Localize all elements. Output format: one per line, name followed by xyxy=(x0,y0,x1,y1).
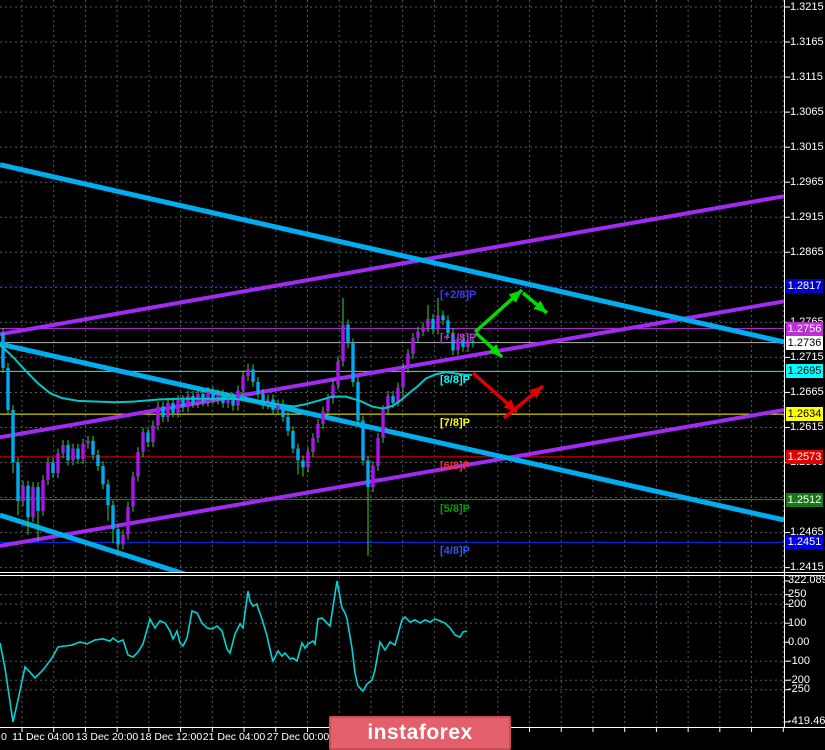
price-tick: 1.3165 xyxy=(790,35,824,48)
price-highlight: 1.2736 xyxy=(786,335,823,350)
time-label: 21 Dec 04:00 xyxy=(202,731,266,743)
price-highlight: 1.2817 xyxy=(786,278,823,293)
murrey-label: [+1/8]P xyxy=(440,331,477,344)
price-tick: 1.2915 xyxy=(790,210,824,223)
price-tick: 1.3015 xyxy=(790,140,824,153)
chart-canvas[interactable] xyxy=(0,0,825,750)
trading-chart-window: 1.3215 1.3165 1.3115 1.3065 1.3015 1.2965 1.29… xyxy=(0,0,825,750)
indicator-tick: -100 xyxy=(788,654,811,667)
indicator-tick: 0.00 xyxy=(788,635,810,648)
price-highlight: 1.2451 xyxy=(786,535,823,550)
price-tick: 1.2615 xyxy=(790,420,824,433)
price-tick: 1.2415 xyxy=(790,561,824,574)
instaforex-watermark: instaforex xyxy=(329,716,511,750)
murrey-label: [4/8]P xyxy=(440,545,470,558)
price-tick: 1.2715 xyxy=(790,350,824,363)
murrey-label: [8/8]P xyxy=(440,374,470,387)
price-highlight: 1.2695 xyxy=(786,364,823,379)
indicator-tick: -250 xyxy=(788,683,811,696)
price-highlight: 1.2573 xyxy=(786,449,823,464)
time-label: 11 Dec 04:00 xyxy=(12,731,74,743)
price-tick: 1.2665 xyxy=(790,385,824,398)
price-highlight: 1.2756 xyxy=(786,321,823,336)
time-label: 27 Dec 00:00 xyxy=(266,731,330,743)
time-label: 18 Dec 12:00 xyxy=(139,731,203,743)
murrey-label: [+2/8]P xyxy=(440,288,477,301)
price-highlight: 1.2512 xyxy=(786,492,823,507)
murrey-label: [6/8]P xyxy=(440,459,470,472)
murrey-label: [7/8]P xyxy=(440,417,470,430)
price-highlight: 1.2634 xyxy=(786,407,823,422)
indicator-tick: -419.460 xyxy=(788,715,825,728)
price-tick: 1.3065 xyxy=(790,105,824,118)
indicator-tick: 322.0898 xyxy=(788,574,825,587)
indicator-tick: 200 xyxy=(788,597,807,610)
watermark-label: instaforex xyxy=(367,721,473,744)
time-label: 0 xyxy=(1,731,7,743)
time-label: 13 Dec 20:00 xyxy=(75,731,139,743)
price-tick: 1.3115 xyxy=(790,70,823,83)
murrey-label: [5/8]P xyxy=(440,502,470,515)
price-tick: 1.2965 xyxy=(790,175,824,188)
price-tick: 1.3215 xyxy=(790,0,824,13)
price-tick: 1.2865 xyxy=(790,245,824,258)
indicator-tick: 100 xyxy=(788,616,807,629)
